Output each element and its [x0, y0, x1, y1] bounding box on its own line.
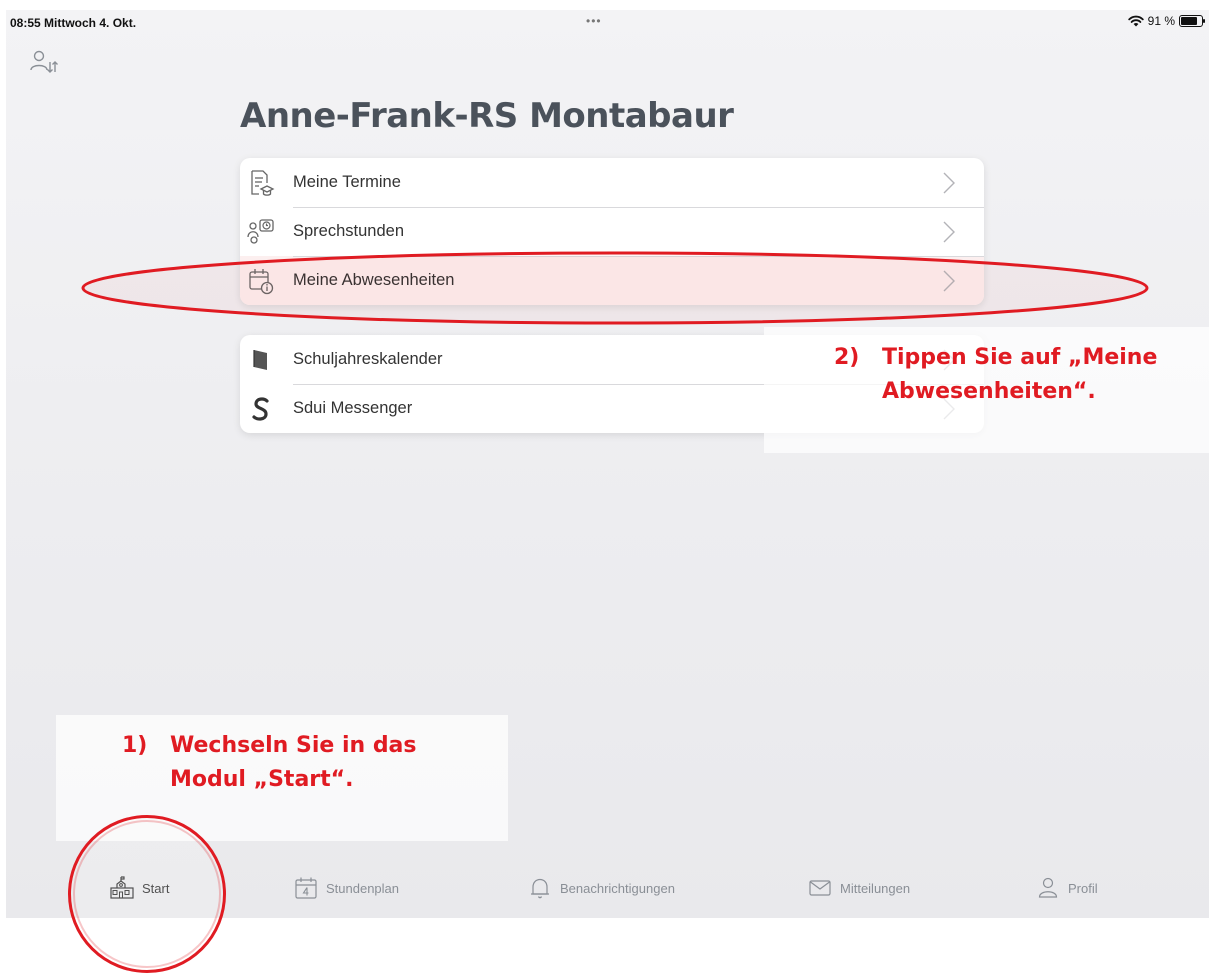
battery-fill	[1181, 17, 1198, 25]
status-right: 91 %	[1127, 14, 1205, 28]
book-icon	[253, 350, 267, 370]
chevron-right-icon	[943, 172, 955, 194]
calendar-info-icon	[249, 269, 274, 295]
chevron-right-icon	[943, 270, 955, 292]
annotation-step-2: 2) Tippen Sie auf „Meine Abwesenheiten“.	[764, 327, 1209, 453]
status-bar: 08:55 Mittwoch 4. Okt. ••• 91 %	[6, 10, 1209, 36]
tab-label: Profil	[1068, 880, 1098, 896]
switch-user-icon[interactable]	[28, 48, 60, 80]
menu-item-label: Meine Abwesenheiten	[293, 271, 455, 289]
tab-label: Stundenplan	[326, 880, 400, 896]
calendar-document-icon	[251, 170, 275, 196]
tab-profil[interactable]: Profil	[1036, 858, 1098, 918]
menu-item-label: Sdui Messenger	[293, 399, 413, 417]
tab-bar: Start Stundenplan Benachrichtigungen Mit…	[6, 858, 1209, 918]
menu-item-label: Meine Termine	[293, 173, 401, 191]
person-icon	[1038, 877, 1058, 898]
menu-item-meine-termine[interactable]: Meine Termine	[240, 158, 984, 207]
calendar-4-icon	[295, 877, 317, 899]
annotation-step-2-line-1: Tippen Sie auf „Meine	[882, 345, 1158, 370]
tab-label: Benachrichtigungen	[560, 880, 675, 896]
bell-icon	[531, 878, 549, 899]
tab-label: Mitteilungen	[840, 880, 911, 896]
annotation-step-2-number: 2)	[834, 345, 860, 370]
school-title: Anne-Frank-RS Montabaur	[240, 96, 734, 136]
menu-item-label: Sprechstunden	[293, 222, 404, 240]
tab-stundenplan[interactable]: Stundenplan	[294, 858, 399, 918]
annotation-step-2-line-2: Abwesenheiten“.	[882, 379, 1096, 404]
menu-item-sprechstunden[interactable]: Sprechstunden	[240, 207, 984, 256]
annotation-step-1: 1) Wechseln Sie in das Modul „Start“.	[56, 715, 508, 841]
menu-item-meine-abwesenheiten[interactable]: Meine Abwesenheiten	[240, 256, 984, 305]
tab-start[interactable]: Start	[110, 858, 169, 918]
battery-percent: 91 %	[1147, 14, 1175, 28]
multitasking-dots[interactable]: •••	[586, 14, 602, 28]
consultation-clock-icon	[247, 219, 274, 244]
school-building-icon	[110, 876, 134, 899]
app-screen: 08:55 Mittwoch 4. Okt. ••• 91 % Anne-Fra…	[6, 10, 1209, 918]
status-time-date: 08:55 Mittwoch 4. Okt.	[10, 16, 137, 30]
envelope-icon	[809, 880, 831, 896]
tab-mitteilungen[interactable]: Mitteilungen	[808, 858, 910, 918]
battery-icon	[1179, 15, 1205, 27]
tab-benachrichtigungen[interactable]: Benachrichtigungen	[528, 858, 675, 918]
wifi-icon	[1127, 15, 1144, 27]
tab-label: Start	[142, 880, 170, 896]
annotation-step-1-line-2: Modul „Start“.	[170, 767, 354, 792]
sdui-s-logo-icon	[252, 397, 269, 421]
chevron-right-icon	[943, 221, 955, 243]
menu-item-label: Schuljahreskalender	[293, 350, 443, 368]
annotation-step-1-number: 1)	[122, 733, 148, 758]
menu-card-primary: Meine Termine Sprechstunden Meine Abwese…	[240, 158, 984, 305]
annotation-step-1-line-1: Wechseln Sie in das	[170, 733, 417, 758]
